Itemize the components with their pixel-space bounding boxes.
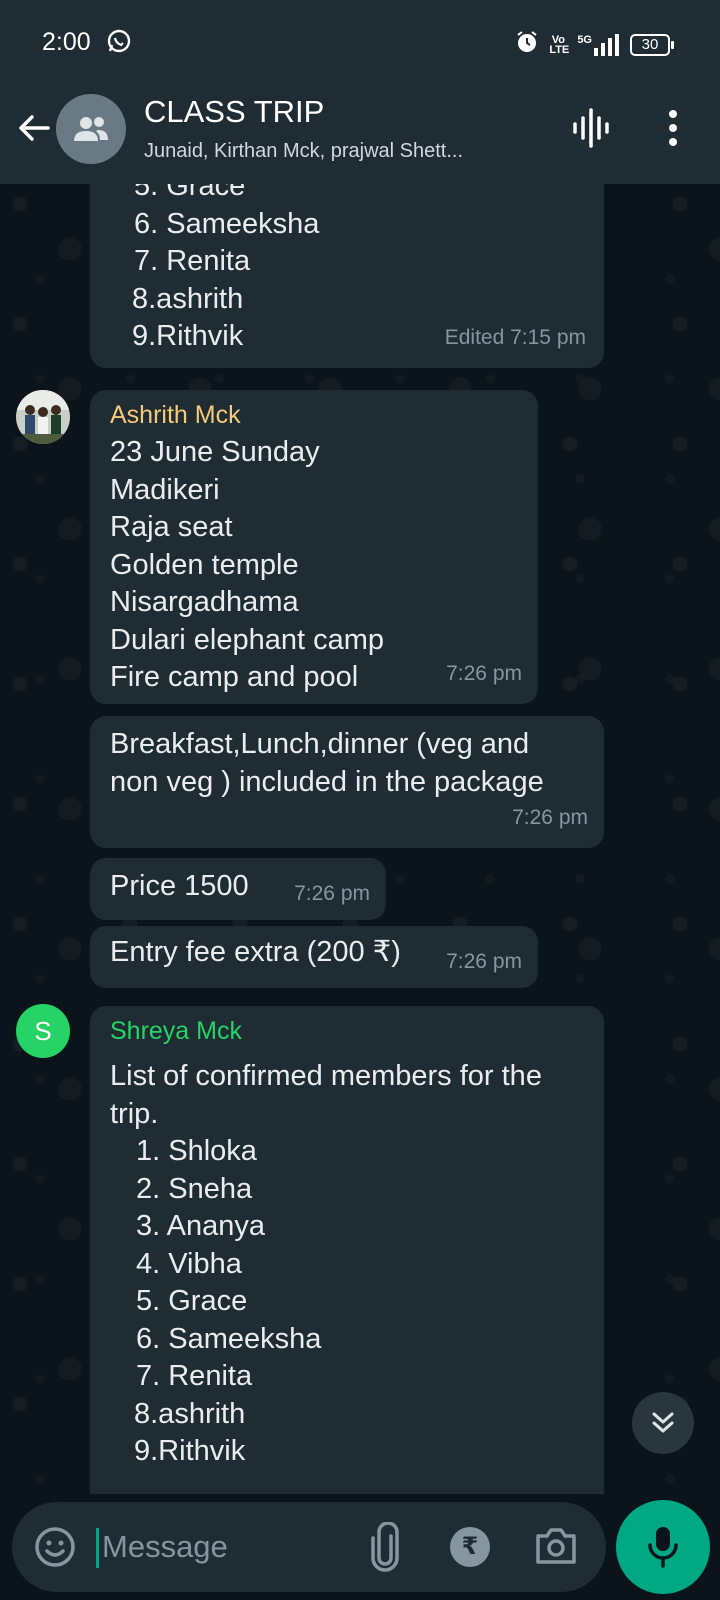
- status-icons: Vo LTE 5G 30: [515, 30, 674, 59]
- emoji-icon: [35, 1527, 75, 1567]
- sender-avatar[interactable]: [16, 390, 70, 444]
- message-line: Golden temple: [110, 548, 299, 581]
- whatsapp-notification-icon: [106, 28, 132, 59]
- message-composer: ₹: [12, 1502, 606, 1592]
- kebab-menu-icon: [669, 110, 677, 146]
- message-line: non veg ) included in the package: [110, 765, 544, 798]
- list-item: 9.Rithvik: [134, 1435, 246, 1467]
- payment-button[interactable]: ₹: [450, 1527, 490, 1567]
- back-button[interactable]: [14, 108, 54, 148]
- message-line: Dulari elephant camp: [110, 623, 385, 656]
- message-edited-time: Edited 7:15 pm: [444, 325, 586, 349]
- list-item: 7. Renita: [136, 1360, 253, 1392]
- message-time: 7:26 pm: [446, 661, 522, 685]
- emoji-button[interactable]: [32, 1524, 78, 1570]
- group-avatar[interactable]: [56, 94, 126, 164]
- chat-title[interactable]: CLASS TRIP: [144, 94, 324, 130]
- photo-avatar-icon: [16, 390, 70, 444]
- list-item: 4. Vibha: [136, 1247, 242, 1280]
- paperclip-icon: [371, 1521, 399, 1572]
- message-bubble[interactable]: Shreya Mck List of confirmed members for…: [90, 1006, 604, 1494]
- voice-chat-button[interactable]: [570, 106, 614, 150]
- more-options-button[interactable]: [660, 106, 686, 150]
- message-bubble[interactable]: Breakfast,Lunch,dinner (veg and non veg …: [90, 716, 604, 848]
- chat-header: CLASS TRIP Junaid, Kirthan Mck, prajwal …: [0, 84, 720, 184]
- signal-icon: 5G: [577, 33, 620, 56]
- scroll-to-bottom-button[interactable]: [632, 1392, 694, 1454]
- message-bubble[interactable]: 5. Grace 6. Sameeksha 7. Renita 8.ashrit…: [90, 184, 604, 368]
- camera-button[interactable]: [534, 1526, 578, 1566]
- message-line: Madikeri: [110, 473, 220, 506]
- message-line: Raja seat: [110, 511, 233, 543]
- alarm-icon: [515, 30, 539, 59]
- message-time: 7:26 pm: [446, 949, 522, 973]
- group-icon: [74, 117, 108, 141]
- message-line: List of confirmed members for the: [110, 1060, 542, 1092]
- network-type-label: 5G: [577, 33, 592, 46]
- list-item: 6. Sameeksha: [134, 207, 320, 240]
- microphone-icon: [648, 1527, 678, 1568]
- double-chevron-down-icon: [652, 1412, 674, 1433]
- list-item: 1. Shloka: [136, 1135, 257, 1167]
- attach-button[interactable]: [364, 1521, 404, 1572]
- voice-message-button[interactable]: [616, 1500, 710, 1594]
- status-time: 2:00: [42, 28, 91, 56]
- status-bar: 2:00 Vo LTE 5G 30: [0, 0, 720, 84]
- text-cursor: [96, 1528, 99, 1568]
- message-line: Nisargadhama: [110, 586, 299, 618]
- message-text: Breakfast,Lunch,dinner (veg and non veg …: [110, 726, 544, 801]
- message-bubble[interactable]: Price 1500 7:26 pm: [90, 858, 386, 920]
- volte-label: Vo LTE: [549, 33, 570, 56]
- list-item: 5. Grace: [136, 1285, 248, 1317]
- sender-avatar[interactable]: S: [16, 1004, 70, 1058]
- list-item: 5. Grace: [134, 184, 246, 202]
- message-text: Price 1500: [110, 870, 249, 902]
- message-bubble[interactable]: Ashrith Mck 23 June Sunday Madikeri Raja…: [90, 390, 538, 704]
- message-text: 23 June Sunday Madikeri Raja seat Golden…: [110, 434, 384, 697]
- camera-icon: [536, 1528, 576, 1564]
- list-item: 9.Rithvik: [132, 320, 244, 352]
- list-item: 8.ashrith: [134, 1397, 246, 1430]
- list-item: 7. Renita: [134, 245, 251, 277]
- message-line: trip.: [110, 1097, 159, 1130]
- message-time: 7:26 pm: [512, 805, 588, 829]
- message-line: 23 June Sunday: [110, 436, 320, 468]
- message-text: List of confirmed members for the trip. …: [110, 1058, 542, 1471]
- chat-participants[interactable]: Junaid, Kirthan Mck, prajwal Shett...: [144, 140, 463, 163]
- back-arrow-icon: [19, 115, 50, 141]
- chat-messages[interactable]: 5. Grace 6. Sameeksha 7. Renita 8.ashrit…: [0, 184, 720, 1494]
- avatar-letter: S: [34, 1015, 52, 1046]
- message-list: 5. Grace 6. Sameeksha 7. Renita 8.ashrit…: [132, 184, 320, 356]
- message-text: Entry fee extra (200 ₹): [110, 936, 401, 968]
- list-item: 3. Ananya: [136, 1210, 265, 1242]
- message-line: Breakfast,Lunch,dinner (veg and: [110, 728, 530, 760]
- list-item: 8.ashrith: [132, 282, 244, 315]
- audio-wave-icon: [573, 108, 609, 148]
- list-item: 2. Sneha: [136, 1172, 253, 1205]
- battery-indicator: 30: [630, 33, 674, 56]
- sender-name[interactable]: Ashrith Mck: [110, 398, 241, 432]
- message-bubble[interactable]: Entry fee extra (200 ₹) 7:26 pm: [90, 926, 538, 988]
- message-line: Fire camp and pool: [110, 661, 359, 693]
- list-item: 6. Sameeksha: [136, 1322, 322, 1355]
- message-time: 7:26 pm: [294, 881, 370, 905]
- sender-name[interactable]: Shreya Mck: [110, 1014, 242, 1048]
- message-input[interactable]: [102, 1524, 342, 1570]
